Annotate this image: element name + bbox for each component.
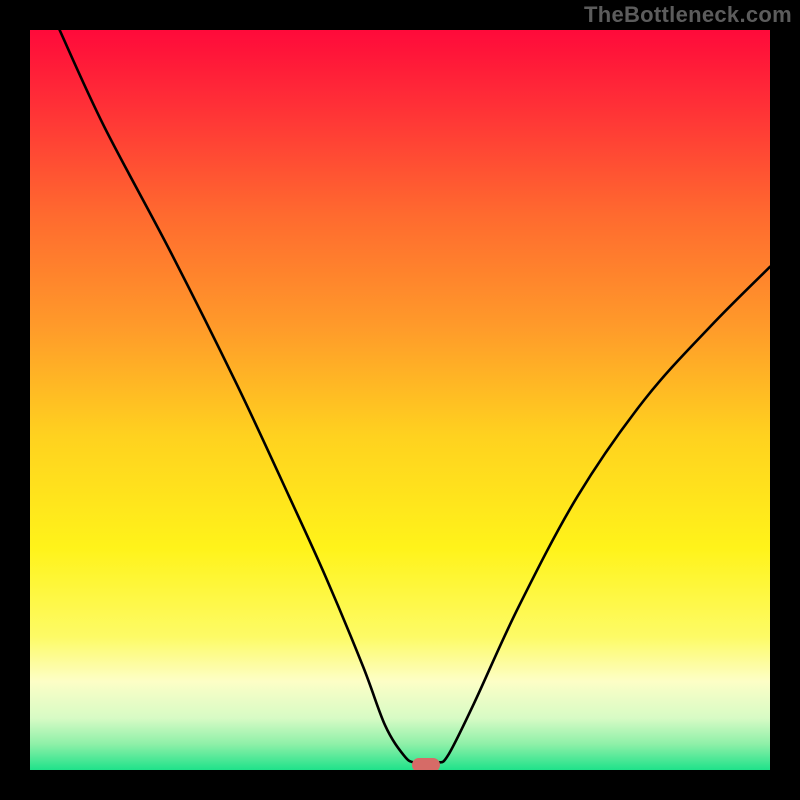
curve-layer [30,30,770,770]
optimal-marker [412,758,440,770]
plot-area [30,30,770,770]
chart-frame: TheBottleneck.com [0,0,800,800]
watermark-text: TheBottleneck.com [584,2,792,28]
bottleneck-curve [60,30,770,764]
